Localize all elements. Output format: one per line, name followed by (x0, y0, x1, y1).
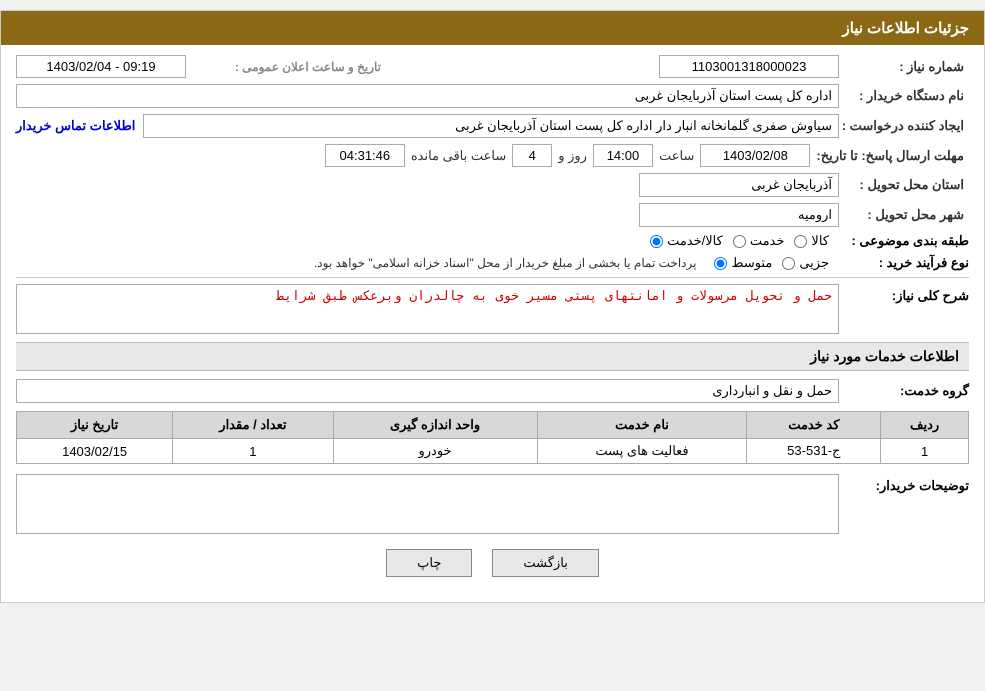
deadline-days-label: روز و (558, 148, 587, 164)
announce-label: تاریخ و ساعت اعلان عمومی : (186, 60, 386, 74)
process-label: نوع فرآیند خرید : (839, 255, 969, 271)
creator-row: ایجاد کننده درخواست : سیاوش صفری گلمانخا… (16, 114, 969, 138)
table-cell: 1403/02/15 (17, 439, 173, 464)
buyer-desc-label: توضیحات خریدار: (839, 474, 969, 494)
table-cell: 1 (881, 439, 969, 464)
content-area: شماره نیاز : 1103001318000023 تاریخ و سا… (1, 45, 984, 602)
buyer-org-row: نام دستگاه خریدار : اداره کل پست استان آ… (16, 84, 969, 108)
process-partial-radio[interactable] (782, 257, 795, 270)
table-cell: ج-531-53 (747, 439, 881, 464)
city-row: شهر محل تحویل : ارومیه (16, 203, 969, 227)
buyer-org-value: اداره کل پست استان آذربایجان غربی (16, 84, 839, 108)
category-goods-radio[interactable] (794, 235, 807, 248)
col-service-code: کد خدمت (747, 412, 881, 439)
process-medium-option[interactable]: متوسط (714, 255, 772, 271)
province-value: آذربایجان غربی (639, 173, 839, 197)
category-goods-service-option[interactable]: کالا/خدمت (650, 233, 723, 249)
table-row: 1ج-531-53فعالیت های پستخودرو11403/02/15 (17, 439, 969, 464)
services-table: ردیف کد خدمت نام خدمت واحد اندازه گیری ت… (16, 411, 969, 464)
separator-1 (16, 277, 969, 278)
category-goods-service-label: کالا/خدمت (667, 233, 723, 249)
page-wrapper: جزئیات اطلاعات نیاز شماره نیاز : 1103001… (0, 10, 985, 603)
category-service-radio[interactable] (733, 235, 746, 248)
buttons-row: بازگشت چاپ (16, 549, 969, 577)
category-service-option[interactable]: خدمت (733, 233, 785, 249)
process-medium-label: متوسط (731, 255, 772, 271)
need-number-label: شماره نیاز : (839, 59, 969, 75)
category-label: طبقه بندی موضوعی : (839, 233, 969, 249)
print-button[interactable]: چاپ (386, 549, 472, 577)
deadline-time-label: ساعت (659, 148, 694, 164)
page-header: جزئیات اطلاعات نیاز (1, 11, 984, 45)
col-qty: تعداد / مقدار (173, 412, 333, 439)
deadline-date: 1403/02/08 (700, 144, 810, 167)
col-unit: واحد اندازه گیری (333, 412, 537, 439)
city-label: شهر محل تحویل : (839, 207, 969, 223)
col-service-name: نام خدمت (537, 412, 747, 439)
province-label: استان محل تحویل : (839, 177, 969, 193)
back-button[interactable]: بازگشت (492, 549, 598, 577)
category-goods-label: کالا (811, 233, 829, 249)
deadline-label: مهلت ارسال پاسخ: تا تاریخ: (816, 148, 969, 164)
service-group-row: گروه خدمت: حمل و نقل و انبارداری (16, 379, 969, 403)
process-medium-radio[interactable] (714, 257, 727, 270)
process-partial-label: جزیی (799, 255, 829, 271)
table-cell: 1 (173, 439, 333, 464)
creator-value: سیاوش صفری گلمانخانه انبار دار اداره کل … (143, 114, 839, 138)
province-row: استان محل تحویل : آذربایجان غربی (16, 173, 969, 197)
deadline-remaining: 04:31:46 (325, 144, 405, 167)
category-row: طبقه بندی موضوعی : کالا خدمت کالا/خدمت (16, 233, 969, 249)
description-label: شرح کلی نیاز: (839, 284, 969, 304)
need-number-row: شماره نیاز : 1103001318000023 تاریخ و سا… (16, 55, 969, 78)
creator-label: ایجاد کننده درخواست : (839, 118, 969, 134)
deadline-row: مهلت ارسال پاسخ: تا تاریخ: 1403/02/08 سا… (16, 144, 969, 167)
deadline-remaining-label: ساعت باقی مانده (411, 148, 506, 164)
city-value: ارومیه (639, 203, 839, 227)
services-section-title: اطلاعات خدمات مورد نیاز (16, 342, 969, 371)
category-service-label: خدمت (750, 233, 785, 249)
page-title: جزئیات اطلاعات نیاز (843, 20, 970, 37)
contact-link[interactable]: اطلاعات تماس خریدار (16, 118, 135, 134)
process-full-text: پرداخت تمام یا بخشی از مبلغ خریدار از مح… (314, 256, 697, 270)
buyer-desc-area (16, 474, 839, 534)
description-area[interactable]: حمل و تحویل مرسولات و امانتهای پستی مسیر… (16, 284, 839, 334)
buyer-org-label: نام دستگاه خریدار : (839, 88, 969, 104)
buyer-desc-row: توضیحات خریدار: (16, 474, 969, 534)
service-group-value: حمل و نقل و انبارداری (16, 379, 839, 403)
deadline-time: 14:00 (593, 144, 653, 167)
table-cell: خودرو (333, 439, 537, 464)
service-group-label: گروه خدمت: (839, 383, 969, 399)
col-row-num: ردیف (881, 412, 969, 439)
process-row: نوع فرآیند خرید : جزیی متوسط پرداخت تمام… (16, 255, 969, 271)
col-date: تاریخ نیاز (17, 412, 173, 439)
announce-value: 1403/02/04 - 09:19 (16, 55, 186, 78)
category-goods-service-radio[interactable] (650, 235, 663, 248)
need-number-value: 1103001318000023 (659, 55, 839, 78)
description-row: شرح کلی نیاز: حمل و تحویل مرسولات و امان… (16, 284, 969, 334)
deadline-days: 4 (512, 144, 552, 167)
category-goods-option[interactable]: کالا (794, 233, 829, 249)
process-partial-option[interactable]: جزیی (782, 255, 829, 271)
table-cell: فعالیت های پست (537, 439, 747, 464)
